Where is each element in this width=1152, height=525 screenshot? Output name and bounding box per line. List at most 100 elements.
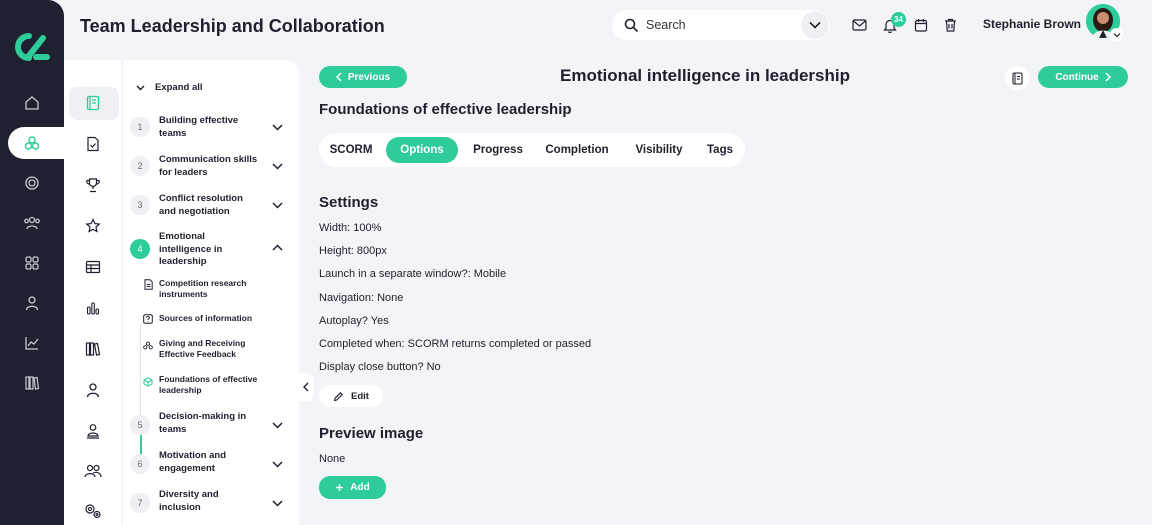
unit-heading: Foundations of effective leadership xyxy=(319,101,572,118)
module-number: 3 xyxy=(130,195,150,215)
courses-icon[interactable] xyxy=(20,131,44,155)
pencil-icon xyxy=(333,391,343,401)
module-number: 4 xyxy=(130,239,150,259)
avatar-chevron-icon[interactable] xyxy=(1110,28,1123,41)
trash-icon[interactable] xyxy=(941,16,959,34)
edit-button[interactable]: Edit xyxy=(319,385,383,407)
star-icon[interactable] xyxy=(82,215,104,237)
tab-progress[interactable]: Progress xyxy=(467,137,529,163)
chart-icon[interactable] xyxy=(20,331,44,355)
module-title: Decision-making in teams xyxy=(159,411,247,435)
add-label: Add xyxy=(350,482,370,493)
setting-launch-window: Launch in a separate window?: Mobile xyxy=(319,268,507,280)
unit-item[interactable]: Sources of information xyxy=(143,313,283,324)
collapse-panel-button[interactable] xyxy=(298,373,314,401)
book-icon[interactable] xyxy=(1005,66,1029,90)
plus-icon xyxy=(336,484,344,491)
logo[interactable] xyxy=(12,30,52,64)
expand-all-label: Expand all xyxy=(155,82,203,93)
notification-badge: 34 xyxy=(891,12,906,27)
preview-image-heading: Preview image xyxy=(319,425,424,442)
setting-close-button: Display close button? No xyxy=(319,361,441,373)
unit-title: Foundations of effective leadership xyxy=(159,374,258,395)
module-title: Conflict resolution and negotiation xyxy=(159,193,243,217)
tab-options[interactable]: Options xyxy=(386,137,458,163)
tab-bar: SCORM Options Progress Completion Visibi… xyxy=(319,133,745,167)
course-outline-panel: Expand all 1 Building effective teams 2 … xyxy=(64,60,299,525)
chevron-up-icon[interactable] xyxy=(270,240,284,254)
person-icon[interactable] xyxy=(82,379,104,401)
main-sidebar xyxy=(0,0,64,525)
module-number: 1 xyxy=(130,117,150,137)
tab-scorm[interactable]: SCORM xyxy=(321,137,381,163)
instructor-icon[interactable] xyxy=(82,420,104,442)
course-outline: Expand all 1 Building effective teams 2 … xyxy=(123,60,299,525)
setting-navigation: Navigation: None xyxy=(319,292,404,304)
module-title: Communication skills for leaders xyxy=(159,154,258,178)
search-dropdown-button[interactable] xyxy=(801,11,829,39)
module-title: Diversity and inclusion xyxy=(159,489,219,513)
search-placeholder: Search xyxy=(646,18,686,32)
module-heading: Emotional intelligence in leadership xyxy=(559,66,850,85)
trophy-icon[interactable] xyxy=(82,174,104,196)
setting-width: Width: 100% xyxy=(319,222,382,234)
continue-label: Continue xyxy=(1055,71,1099,83)
setting-completed-when: Completed when: SCORM returns completed … xyxy=(319,338,592,350)
continue-button[interactable]: Continue xyxy=(1038,66,1128,88)
expand-all-button[interactable]: Expand all xyxy=(136,82,203,93)
add-button[interactable]: Add xyxy=(319,476,386,499)
preview-image-value: None xyxy=(319,453,346,465)
unit-title: Competition research instruments xyxy=(159,278,247,299)
target-icon[interactable] xyxy=(20,171,44,195)
page-title: Team Leadership and Collaboration xyxy=(80,16,385,36)
chevron-down-icon[interactable] xyxy=(270,457,284,471)
setting-autoplay: Autoplay? Yes xyxy=(319,315,389,327)
unit-item-active[interactable]: Foundations of effective leadership xyxy=(143,374,283,396)
module-title: Building effective teams xyxy=(159,115,239,139)
chevron-down-icon[interactable] xyxy=(270,496,284,510)
users-icon[interactable] xyxy=(20,211,44,235)
books-icon[interactable] xyxy=(82,338,104,360)
user-icon[interactable] xyxy=(20,291,44,315)
unit-item[interactable]: Competition research instruments xyxy=(143,278,283,300)
module-title: Emotional intelligence in leadership xyxy=(159,231,223,267)
panel-icon-rail xyxy=(64,60,123,525)
outline-icon[interactable] xyxy=(82,92,104,114)
question-icon xyxy=(143,313,153,324)
calendar-icon[interactable] xyxy=(912,16,930,34)
module-number: 7 xyxy=(130,493,150,513)
module-number: 6 xyxy=(130,454,150,474)
library-icon[interactable] xyxy=(20,371,44,395)
tab-tags[interactable]: Tags xyxy=(699,137,741,163)
unit-item[interactable]: Giving and Receiving Effective Feedback xyxy=(143,338,283,360)
chevron-down-icon[interactable] xyxy=(270,198,284,212)
group-icon[interactable] xyxy=(82,460,104,482)
document-check-icon[interactable] xyxy=(82,133,104,155)
mail-icon[interactable] xyxy=(850,16,868,34)
tab-completion[interactable]: Completion xyxy=(539,137,615,163)
chevron-left-icon xyxy=(303,382,309,392)
chevron-right-icon xyxy=(1105,72,1111,82)
unit-title: Giving and Receiving Effective Feedback xyxy=(159,338,246,359)
module-title: Motivation and engagement xyxy=(159,450,227,474)
user-name[interactable]: Stephanie Brown xyxy=(983,17,1081,31)
chevron-down-icon[interactable] xyxy=(270,159,284,173)
document-icon xyxy=(143,278,153,300)
chevron-down-icon xyxy=(809,21,821,29)
chevron-down-icon[interactable] xyxy=(270,120,284,134)
table-icon[interactable] xyxy=(82,256,104,278)
tab-visibility[interactable]: Visibility xyxy=(627,137,691,163)
module-number: 2 xyxy=(130,156,150,176)
grid-icon[interactable] xyxy=(20,251,44,275)
edit-label: Edit xyxy=(351,390,369,402)
bar-chart-icon[interactable] xyxy=(82,297,104,319)
home-icon[interactable] xyxy=(20,91,44,115)
settings-icon[interactable] xyxy=(82,500,104,522)
previous-button[interactable]: Previous xyxy=(319,66,407,88)
settings-heading: Settings xyxy=(319,194,379,211)
setting-height: Height: 800px xyxy=(319,245,387,257)
module-number: 5 xyxy=(130,415,150,435)
search-input[interactable]: Search xyxy=(612,10,830,40)
chevron-down-icon[interactable] xyxy=(270,418,284,432)
search-icon xyxy=(624,18,638,32)
